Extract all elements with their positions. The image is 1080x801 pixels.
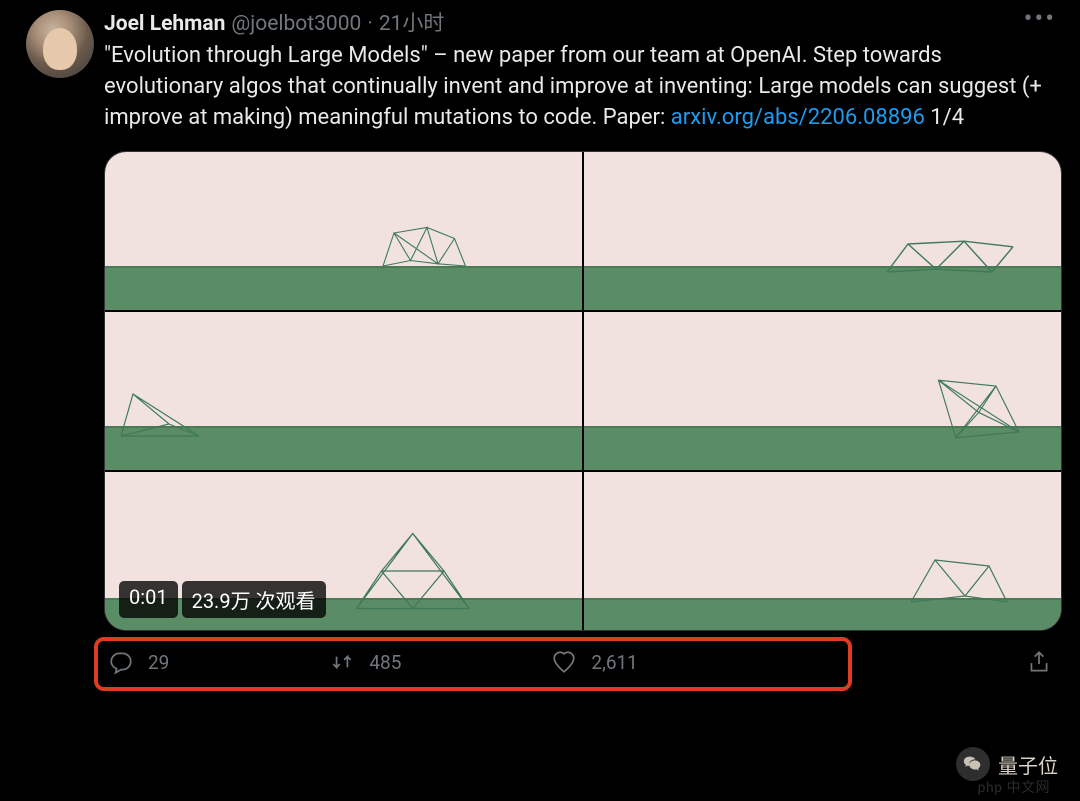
tweet-header: Joel Lehman @joelbot3000 · 21小时 ••• <box>104 10 1062 38</box>
tweet: Joel Lehman @joelbot3000 · 21小时 ••• "Evo… <box>0 0 1080 685</box>
frame-4 <box>584 312 1061 470</box>
user-handle[interactable]: @joelbot3000 <box>231 10 361 38</box>
frame-1 <box>105 152 582 310</box>
reply-button[interactable]: 29 <box>108 649 169 675</box>
tweet-text-after: 1/4 <box>925 105 964 130</box>
video-time-badge: 0:01 <box>119 581 178 618</box>
wechat-channel: 量子位 <box>998 750 1058 779</box>
video-frame-grid <box>105 152 1061 630</box>
share-button[interactable] <box>1026 649 1052 675</box>
retweet-icon <box>329 649 355 675</box>
actions-row: 29 485 2,611 <box>104 641 1062 685</box>
like-button[interactable]: 2,611 <box>551 649 637 675</box>
reply-count: 29 <box>148 651 169 674</box>
heart-icon <box>551 649 577 675</box>
video-views-badge: 23.9万 次观看 <box>182 581 326 618</box>
frame-6 <box>584 472 1061 630</box>
retweet-button[interactable]: 485 <box>329 649 401 675</box>
retweet-count: 485 <box>369 651 401 674</box>
display-name[interactable]: Joel Lehman <box>104 10 225 38</box>
wechat-overlay: 量子位 <box>956 747 1058 781</box>
like-count: 2,611 <box>591 651 637 674</box>
tweet-main: Joel Lehman @joelbot3000 · 21小时 ••• "Evo… <box>104 10 1062 685</box>
timestamp[interactable]: 21小时 <box>379 10 445 38</box>
tweet-text: "Evolution through Large Models" – new p… <box>104 40 1062 133</box>
frame-2 <box>584 152 1061 310</box>
more-icon[interactable]: ••• <box>1018 12 1062 36</box>
paper-link[interactable]: arxiv.org/abs/2206.08896 <box>671 105 925 130</box>
video-badges: 0:01 23.9万 次观看 <box>119 581 326 618</box>
avatar-column <box>26 10 104 685</box>
video-media[interactable]: 0:01 23.9万 次观看 <box>104 151 1062 631</box>
avatar[interactable] <box>26 10 94 78</box>
share-icon <box>1026 649 1052 675</box>
dot-separator: · <box>367 10 373 38</box>
watermark: php 中文网 <box>978 777 1050 797</box>
reply-icon <box>108 649 134 675</box>
frame-3 <box>105 312 582 470</box>
wechat-icon <box>956 747 990 781</box>
